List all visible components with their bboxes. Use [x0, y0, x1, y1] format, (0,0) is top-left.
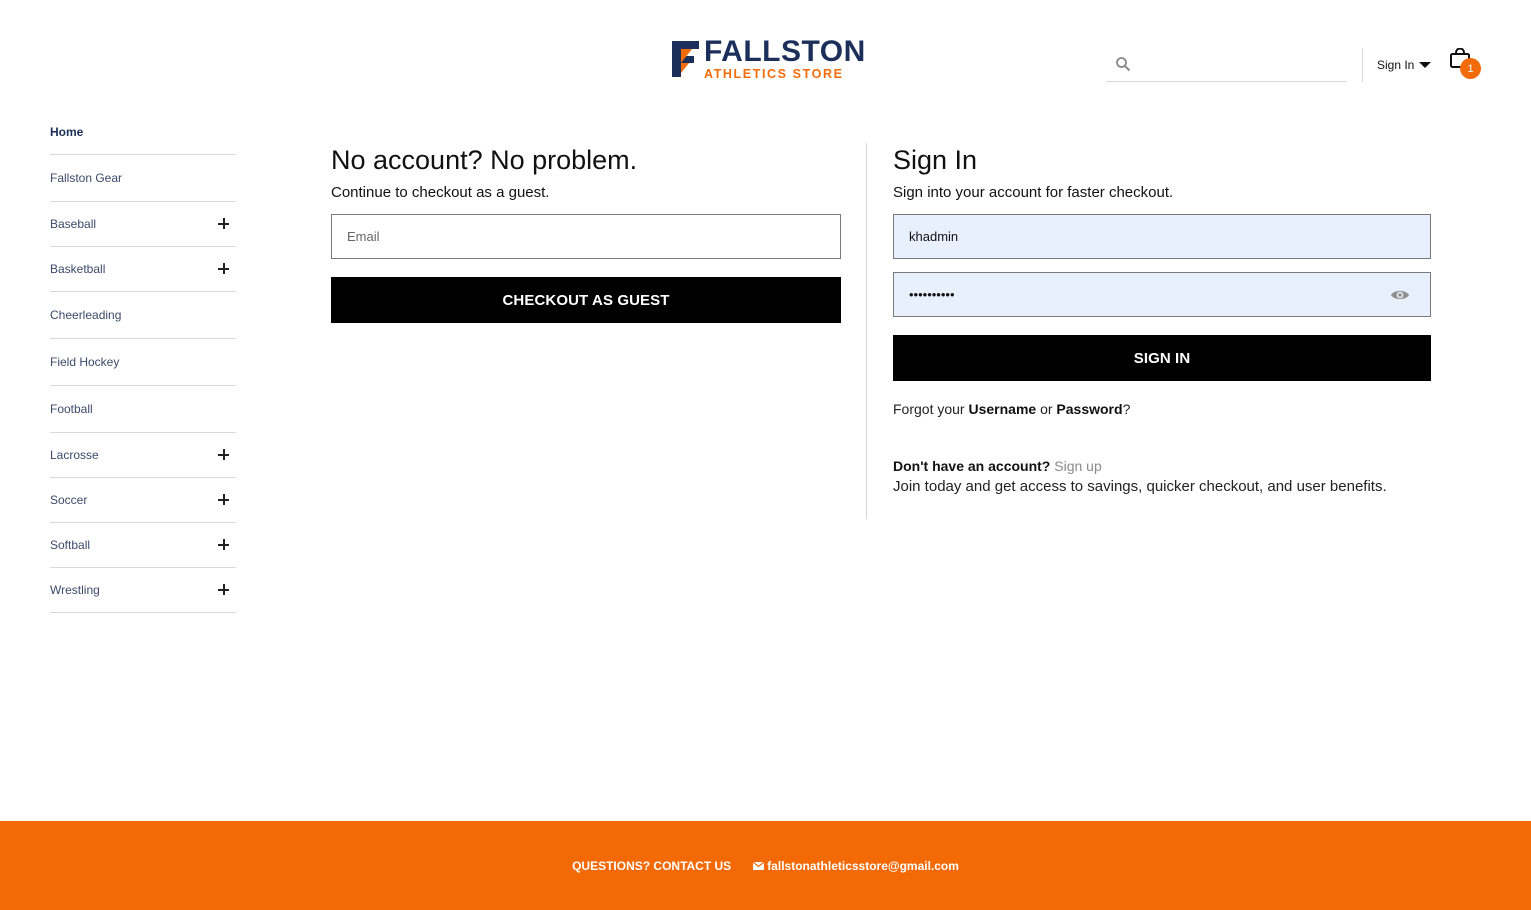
sidebar-item-label: Basketball: [50, 262, 106, 276]
sign-in-title: Sign In: [893, 145, 978, 175]
expand-plus-icon[interactable]: [218, 539, 230, 551]
search-input[interactable]: [1136, 48, 1347, 79]
expand-plus-icon[interactable]: [218, 584, 230, 596]
category-sidebar: Home Fallston Gear Baseball Basketball C…: [50, 110, 236, 613]
sidebar-item-label: Field Hockey: [50, 355, 120, 369]
guest-email-field[interactable]: [331, 214, 841, 259]
sidebar-item-label: Fallston Gear: [50, 171, 123, 185]
site-header: FALLSTON ATHLETICS STORE Sign In 1: [0, 0, 1531, 110]
guest-subtitle: Continue to checkout as a guest.: [331, 184, 550, 201]
sidebar-item-label: Home: [50, 125, 84, 139]
password-input[interactable]: [909, 287, 1390, 302]
logo-tagline: ATHLETICS STORE: [704, 67, 844, 82]
guest-email-input[interactable]: [347, 229, 825, 244]
sidebar-item-label: Soccer: [50, 493, 88, 507]
contact-us-heading: QUESTIONS? CONTACT US: [572, 858, 732, 873]
sidebar-item-field-hockey[interactable]: Field Hockey: [50, 339, 236, 386]
search-icon[interactable]: [1110, 51, 1136, 77]
sidebar-item-label: Football: [50, 402, 93, 416]
site-footer: QUESTIONS? CONTACT US fallstonathleticss…: [0, 821, 1531, 910]
sidebar-item-label: Wrestling: [50, 583, 100, 597]
caret-down-icon: [1419, 62, 1432, 68]
column-divider: [866, 143, 867, 519]
expand-plus-icon[interactable]: [218, 494, 230, 506]
sidebar-item-label: Softball: [50, 538, 91, 552]
search-bar: [1106, 46, 1347, 82]
sidebar-item-basketball[interactable]: Basketball: [50, 247, 236, 292]
sidebar-item-home[interactable]: Home: [50, 110, 236, 155]
sign-in-dropdown-label: Sign In: [1377, 58, 1415, 72]
footer-email-link[interactable]: fallstonathleticsstore@gmail.com: [753, 859, 959, 873]
sidebar-item-football[interactable]: Football: [50, 386, 236, 433]
forgot-username-link[interactable]: Username: [968, 401, 1036, 417]
sidebar-item-lacrosse[interactable]: Lacrosse: [50, 433, 236, 478]
logo-f-mark-icon: [672, 39, 700, 79]
forgot-password-link[interactable]: Password: [1056, 401, 1122, 417]
cart-count-badge: 1: [1460, 58, 1481, 79]
expand-plus-icon[interactable]: [218, 263, 230, 275]
sidebar-item-soccer[interactable]: Soccer: [50, 478, 236, 523]
guest-checkout-panel: No account? No problem. Continue to chec…: [331, 143, 841, 323]
username-input[interactable]: [909, 229, 1415, 244]
password-field[interactable]: [893, 272, 1431, 317]
sidebar-item-label: Lacrosse: [50, 448, 99, 462]
sign-up-link[interactable]: Sign up: [1054, 458, 1101, 474]
sign-in-subtitle: Sign into your account for faster checko…: [893, 184, 1174, 201]
sign-in-button[interactable]: SIGN IN: [893, 335, 1431, 381]
footer-email-text: fallstonathleticsstore@gmail.com: [767, 858, 959, 873]
checkout-as-guest-button[interactable]: CHECKOUT AS GUEST: [331, 277, 841, 323]
sidebar-item-baseball[interactable]: Baseball: [50, 202, 236, 247]
sign-in-panel: Sign In Sign into your account for faste…: [893, 143, 1431, 495]
header-divider: [1362, 48, 1363, 82]
expand-plus-icon[interactable]: [218, 449, 230, 461]
sidebar-item-label: Baseball: [50, 217, 97, 231]
envelope-icon: [753, 861, 765, 870]
sidebar-item-softball[interactable]: Softball: [50, 523, 236, 568]
guest-title: No account? No problem.: [331, 145, 638, 175]
forgot-credentials-text: Forgot your Username or Password?: [893, 401, 1131, 417]
store-logo[interactable]: FALLSTON ATHLETICS STORE: [672, 37, 865, 80]
sign-in-dropdown[interactable]: Sign In: [1377, 56, 1432, 74]
sidebar-item-wrestling[interactable]: Wrestling: [50, 568, 236, 613]
sidebar-item-fallston-gear[interactable]: Fallston Gear: [50, 155, 236, 202]
no-account-prompt: Don't have an account? Sign up: [893, 458, 1102, 474]
show-password-eye-icon[interactable]: [1390, 287, 1411, 303]
join-benefits-text: Join today and get access to savings, qu…: [893, 478, 1387, 495]
cart-button[interactable]: 1: [1449, 48, 1483, 80]
logo-name: FALLSTON: [704, 35, 866, 69]
expand-plus-icon[interactable]: [218, 218, 230, 230]
sidebar-item-label: Cheerleading: [50, 308, 122, 322]
sidebar-item-cheerleading[interactable]: Cheerleading: [50, 292, 236, 339]
username-field[interactable]: [893, 214, 1431, 259]
